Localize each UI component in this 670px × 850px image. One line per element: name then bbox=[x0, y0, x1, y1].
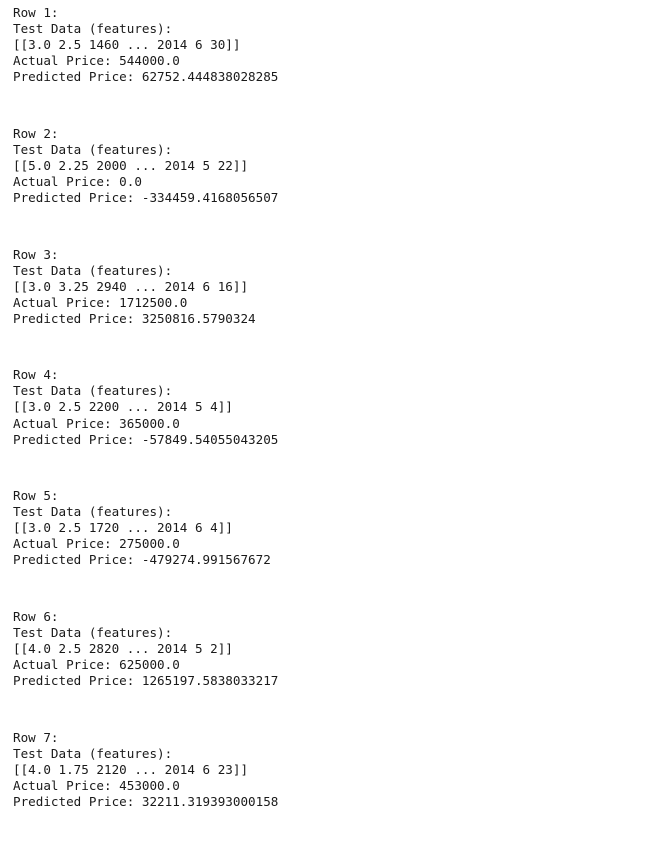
row-label: Row 4: bbox=[13, 367, 59, 383]
actual-price: Actual Price: 0.0 bbox=[13, 174, 142, 190]
row-label: Row 6: bbox=[13, 608, 59, 624]
features-values: [[3.0 3.25 2940 ... 2014 6 16]] bbox=[13, 278, 249, 294]
features-values: [[4.0 2.5 2820 ... 2014 5 2]] bbox=[13, 641, 233, 657]
features-values: [[3.0 2.5 1460 ... 2014 6 30]] bbox=[13, 37, 241, 53]
row-label: Row 1: bbox=[13, 5, 59, 20]
predicted-price: Predicted Price: 3250816.5790324 bbox=[13, 310, 256, 326]
row-label: Row 3: bbox=[13, 246, 59, 262]
output-row-block: Row 3: Test Data (features): [[3.0 3.25 … bbox=[13, 247, 653, 327]
features-label: Test Data (features): bbox=[13, 745, 173, 761]
features-values: [[3.0 2.5 2200 ... 2014 5 4]] bbox=[13, 399, 233, 415]
features-label: Test Data (features): bbox=[13, 383, 173, 399]
features-label: Test Data (features): bbox=[13, 504, 173, 520]
features-values: [[3.0 2.5 1720 ... 2014 6 4]] bbox=[13, 520, 233, 536]
output-row-block: Row 2: Test Data (features): [[5.0 2.25 … bbox=[13, 126, 653, 206]
output-row-block: Row 7: Test Data (features): [[4.0 1.75 … bbox=[13, 730, 653, 810]
features-values: [[5.0 2.25 2000 ... 2014 5 22]] bbox=[13, 157, 249, 173]
row-label: Row 5: bbox=[13, 488, 59, 504]
predicted-price: Predicted Price: 1265197.5838033217 bbox=[13, 673, 279, 689]
features-label: Test Data (features): bbox=[13, 262, 173, 278]
features-values: [[4.0 1.75 2120 ... 2014 6 23]] bbox=[13, 761, 249, 777]
predicted-price: Predicted Price: 62752.444838028285 bbox=[13, 69, 279, 85]
actual-price: Actual Price: 275000.0 bbox=[13, 536, 180, 552]
actual-price: Actual Price: 1712500.0 bbox=[13, 294, 188, 310]
output-row-block: Row 5: Test Data (features): [[3.0 2.5 1… bbox=[13, 488, 653, 568]
features-label: Test Data (features): bbox=[13, 624, 173, 640]
output-row-block: Row 6: Test Data (features): [[4.0 2.5 2… bbox=[13, 609, 653, 689]
actual-price: Actual Price: 625000.0 bbox=[13, 657, 180, 673]
actual-price: Actual Price: 544000.0 bbox=[13, 53, 180, 69]
row-label: Row 2: bbox=[13, 125, 59, 141]
predicted-price: Predicted Price: -479274.991567672 bbox=[13, 552, 271, 568]
features-label: Test Data (features): bbox=[13, 141, 173, 157]
predicted-price: Predicted Price: -334459.4168056507 bbox=[13, 190, 279, 206]
output-row-block: Row 4: Test Data (features): [[3.0 2.5 2… bbox=[13, 367, 653, 447]
features-label: Test Data (features): bbox=[13, 21, 173, 37]
output-row-block: Row 1: Test Data (features): [[3.0 2.5 1… bbox=[13, 5, 653, 85]
console-output: Row 1: Test Data (features): [[3.0 2.5 1… bbox=[13, 5, 653, 850]
actual-price: Actual Price: 453000.0 bbox=[13, 777, 180, 793]
predicted-price: Predicted Price: -57849.54055043205 bbox=[13, 431, 279, 447]
row-label: Row 7: bbox=[13, 729, 59, 745]
actual-price: Actual Price: 365000.0 bbox=[13, 415, 180, 431]
predicted-price: Predicted Price: 32211.319393000158 bbox=[13, 793, 279, 809]
